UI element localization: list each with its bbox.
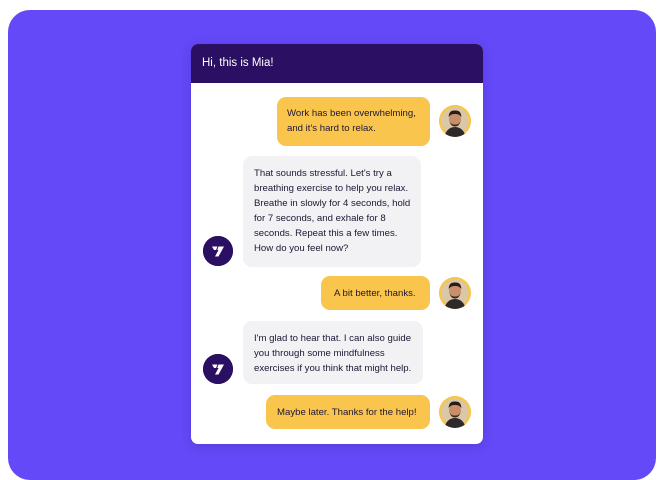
user-avatar-icon — [439, 105, 471, 137]
chat-window: Hi, this is Mia! Work has been overwhelm… — [191, 44, 483, 444]
chat-title: Hi, this is Mia! — [202, 57, 274, 69]
message-line: exercises if you think that might help. — [254, 363, 412, 374]
bot-message: I'm glad to hear that. I can also guide … — [243, 321, 423, 384]
message-line: Breathe in slowly for 4 seconds, hold — [254, 198, 411, 209]
message-line: and it's hard to relax. — [287, 123, 376, 134]
user-message: Work has been overwhelming, and it's har… — [277, 97, 430, 146]
message-line: you through some mindfulness — [254, 348, 385, 359]
message-line: Work has been overwhelming, — [287, 108, 416, 119]
message-line: seconds. Repeat this a few times. — [254, 228, 398, 239]
message-line: That sounds stressful. Let's try a — [254, 168, 392, 179]
message-line: breathing exercise to help you relax. — [254, 183, 409, 194]
message-line: How do you feel now? — [254, 243, 349, 254]
user-avatar-icon — [439, 396, 471, 428]
message-line: A bit better, thanks. — [334, 288, 416, 299]
bot-message: That sounds stressful. Let's try a breat… — [243, 156, 421, 267]
message-line: I'm glad to hear that. I can also guide — [254, 333, 412, 344]
message-line: for 7 seconds, and exhale for 8 — [254, 213, 386, 224]
user-message: A bit better, thanks. — [321, 276, 430, 310]
user-avatar-icon — [439, 277, 471, 309]
message-line: Maybe later. Thanks for the help! — [277, 407, 417, 418]
chat-header: Hi, this is Mia! — [191, 44, 483, 83]
user-message: Maybe later. Thanks for the help! — [266, 395, 430, 429]
brand-logo-icon — [203, 354, 233, 384]
brand-logo-icon — [203, 236, 233, 266]
